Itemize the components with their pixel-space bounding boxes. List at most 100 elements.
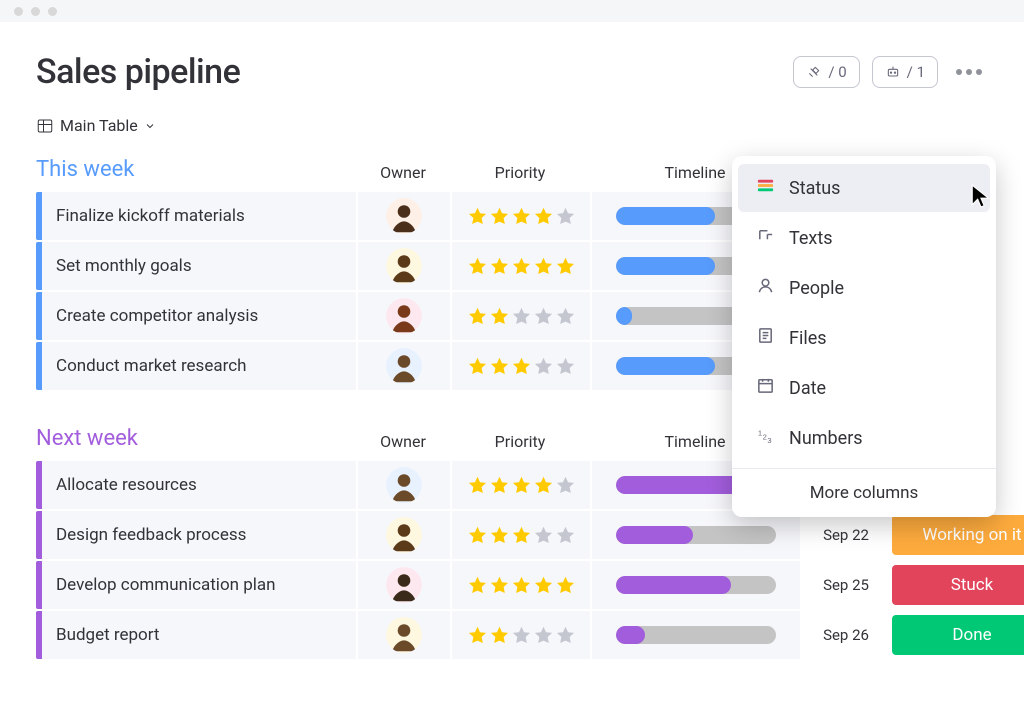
status-chip[interactable]: Stuck [892, 565, 1024, 605]
progress-bar[interactable] [616, 576, 776, 594]
date-value: Sep 25 [823, 576, 869, 594]
col-head-owner[interactable]: Owner [356, 432, 450, 455]
task-name-cell[interactable]: Create competitor analysis [36, 292, 356, 340]
owner-cell[interactable] [358, 342, 450, 390]
plug-icon [806, 64, 822, 80]
star-rating[interactable] [467, 256, 576, 277]
traffic-light-close[interactable] [14, 7, 23, 16]
pin-count: / 0 [828, 63, 846, 81]
date-cell[interactable]: Sep 22 [802, 511, 890, 559]
star-rating[interactable] [467, 475, 576, 496]
table-row[interactable]: Design feedback process Sep 22 Working o… [36, 511, 988, 559]
bot-count: / 1 [907, 63, 925, 81]
robot-icon [885, 64, 901, 80]
owner-cell[interactable] [358, 292, 450, 340]
star-rating[interactable] [467, 625, 576, 646]
avatar[interactable] [386, 348, 422, 384]
avatar[interactable] [386, 198, 422, 234]
group-title[interactable]: This week [36, 157, 356, 186]
date-cell[interactable]: Sep 26 [802, 611, 890, 659]
timeline-cell[interactable] [592, 611, 800, 659]
progress-bar[interactable] [616, 526, 776, 544]
status-cell[interactable]: Done [892, 611, 1024, 659]
status-chip[interactable]: Working on it [892, 515, 1024, 555]
progress-bar[interactable] [616, 626, 776, 644]
col-head-priority[interactable]: Priority [450, 163, 590, 186]
status-icon [756, 176, 775, 200]
star-rating[interactable] [467, 356, 576, 377]
view-label: Main Table [60, 116, 138, 135]
star-rating[interactable] [467, 575, 576, 596]
timeline-cell[interactable] [592, 511, 800, 559]
column-type-people[interactable]: People [738, 264, 990, 312]
col-head-priority[interactable]: Priority [450, 432, 590, 455]
automations-pill[interactable]: / 1 [872, 56, 938, 88]
priority-cell[interactable] [452, 292, 590, 340]
task-name: Allocate resources [56, 475, 197, 495]
task-name: Finalize kickoff materials [56, 206, 245, 226]
owner-cell[interactable] [358, 192, 450, 240]
window-titlebar [0, 0, 1024, 22]
view-switcher[interactable]: Main Table [36, 116, 988, 135]
priority-cell[interactable] [452, 461, 590, 509]
star-rating[interactable] [467, 206, 576, 227]
star-rating[interactable] [467, 525, 576, 546]
column-type-text[interactable]: Texts [738, 214, 990, 262]
owner-cell[interactable] [358, 461, 450, 509]
task-name-cell[interactable]: Conduct market research [36, 342, 356, 390]
progress-fill [616, 307, 632, 325]
files-icon [756, 326, 775, 350]
owner-cell[interactable] [358, 561, 450, 609]
priority-cell[interactable] [452, 611, 590, 659]
priority-cell[interactable] [452, 511, 590, 559]
priority-cell[interactable] [452, 192, 590, 240]
traffic-light-minimize[interactable] [31, 7, 40, 16]
more-columns-button[interactable]: More columns [732, 469, 996, 517]
task-name: Design feedback process [56, 525, 246, 545]
owner-cell[interactable] [358, 242, 450, 290]
col-head-owner[interactable]: Owner [356, 163, 450, 186]
table-row[interactable]: Develop communication plan Sep 25 Stuck [36, 561, 988, 609]
status-chip[interactable]: Done [892, 615, 1024, 655]
avatar[interactable] [386, 248, 422, 284]
column-type-date[interactable]: Date [738, 364, 990, 412]
column-type-status[interactable]: Status [738, 164, 990, 212]
task-name-cell[interactable]: Allocate resources [36, 461, 356, 509]
table-row[interactable]: Budget report Sep 26 Done [36, 611, 988, 659]
task-name-cell[interactable]: Budget report [36, 611, 356, 659]
board-title: Sales pipeline [36, 52, 240, 92]
avatar[interactable] [386, 298, 422, 334]
avatar[interactable] [386, 567, 422, 603]
avatar[interactable] [386, 467, 422, 503]
task-name-cell[interactable]: Design feedback process [36, 511, 356, 559]
date-cell[interactable]: Sep 25 [802, 561, 890, 609]
svg-text:2: 2 [763, 432, 767, 441]
avatar[interactable] [386, 517, 422, 553]
priority-cell[interactable] [452, 242, 590, 290]
svg-text:1: 1 [758, 429, 762, 438]
column-type-files[interactable]: Files [738, 314, 990, 362]
avatar[interactable] [386, 617, 422, 653]
people-icon [756, 276, 775, 300]
integrations-pill[interactable]: / 0 [793, 56, 859, 88]
traffic-light-zoom[interactable] [48, 7, 57, 16]
star-rating[interactable] [467, 306, 576, 327]
group-title[interactable]: Next week [36, 426, 356, 455]
timeline-cell[interactable] [592, 561, 800, 609]
board-more-button[interactable] [950, 63, 988, 81]
priority-cell[interactable] [452, 342, 590, 390]
status-cell[interactable]: Working on it [892, 511, 1024, 559]
progress-fill [616, 257, 715, 275]
priority-cell[interactable] [452, 561, 590, 609]
progress-fill [616, 357, 715, 375]
task-name-cell[interactable]: Develop communication plan [36, 561, 356, 609]
owner-cell[interactable] [358, 511, 450, 559]
task-name-cell[interactable]: Set monthly goals [36, 242, 356, 290]
numbers-icon: 123 [756, 426, 775, 450]
status-cell[interactable]: Stuck [892, 561, 1024, 609]
column-type-numbers[interactable]: 123Numbers [738, 414, 990, 462]
owner-cell[interactable] [358, 611, 450, 659]
task-name-cell[interactable]: Finalize kickoff materials [36, 192, 356, 240]
board-header: Sales pipeline / 0 / 1 [36, 52, 988, 92]
progress-fill [616, 526, 693, 544]
